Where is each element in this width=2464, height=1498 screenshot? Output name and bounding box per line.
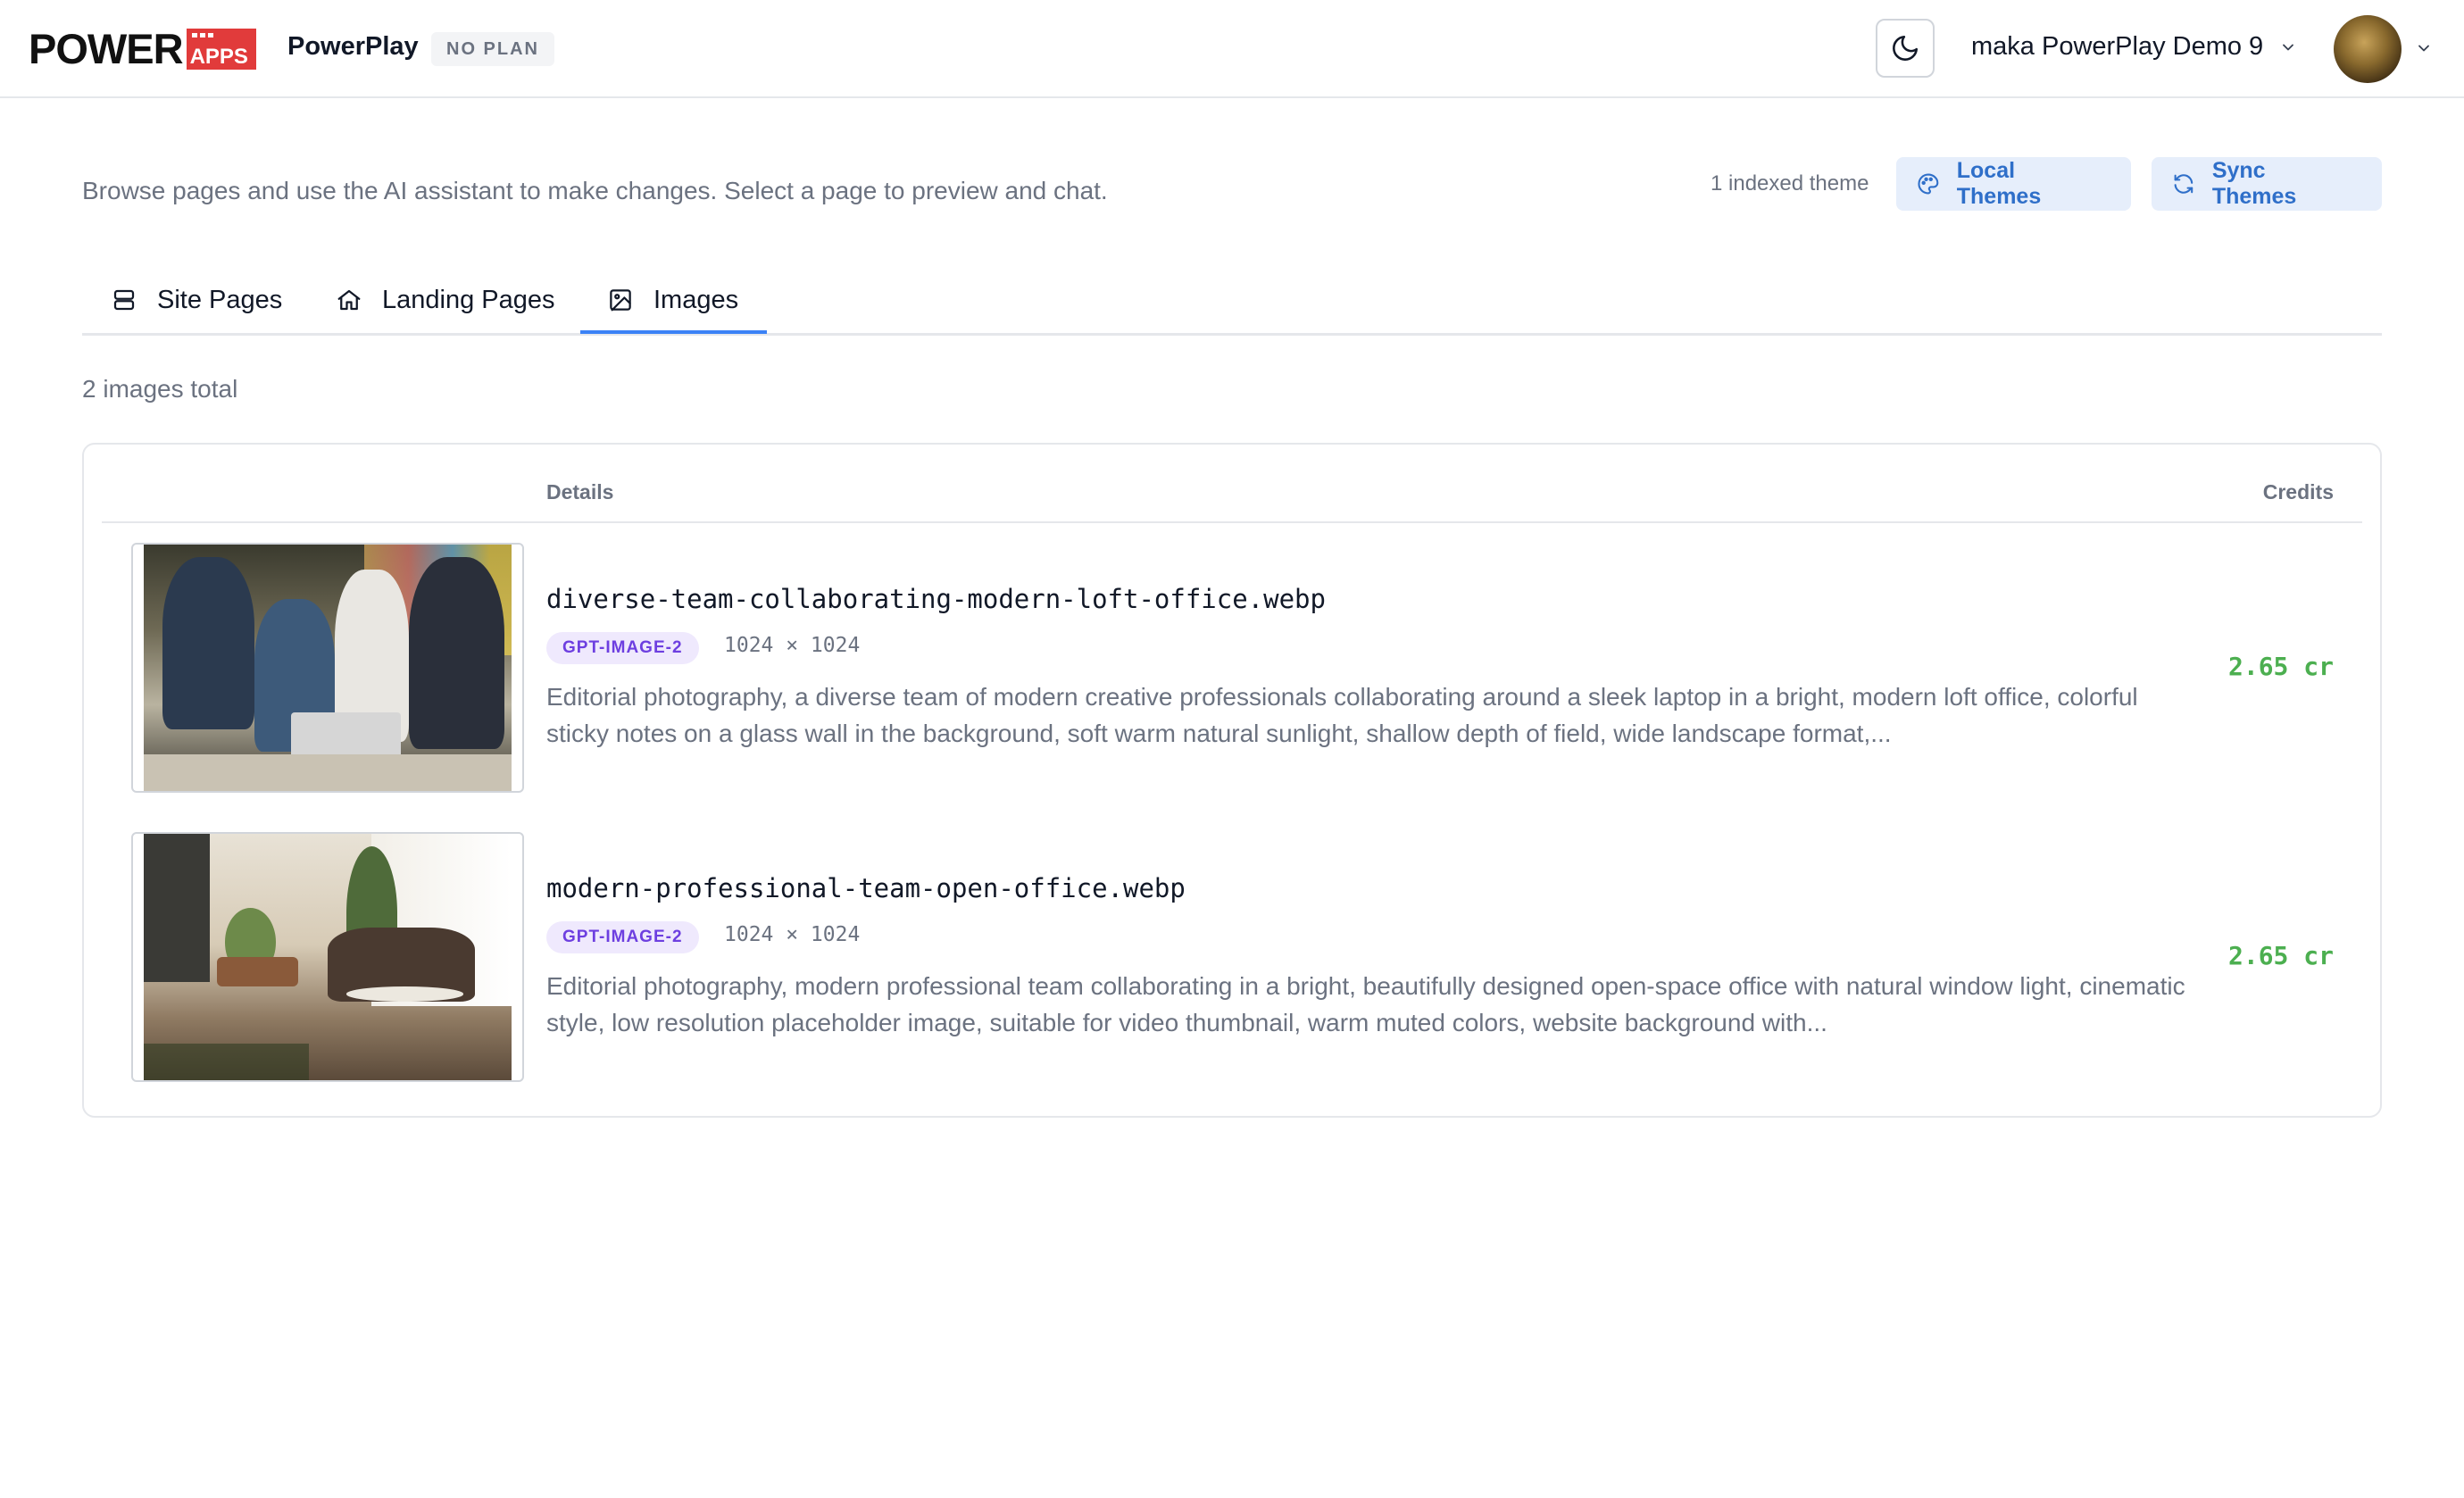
images-table: Details Credits diverse-team-collaborati…	[82, 443, 2382, 1118]
top-bar: POWER APPS PowerPlay NO PLAN maka PowerP…	[0, 0, 2464, 98]
image-credits: 2.65 cr	[2227, 941, 2334, 970]
refresh-icon	[2174, 174, 2193, 194]
plan-badge: NO PLAN	[431, 32, 554, 66]
workspace-switcher[interactable]: maka PowerPlay Demo 9	[1971, 32, 2297, 62]
header-divider	[102, 521, 2362, 523]
image-thumbnail[interactable]	[131, 543, 524, 793]
chevron-down-icon[interactable]	[2415, 39, 2433, 57]
sync-themes-button[interactable]: Sync Themes	[2152, 157, 2382, 211]
logo-badge-text: APPS	[189, 45, 248, 69]
logo-badge: APPS	[186, 29, 256, 70]
image-credits: 2.65 cr	[2227, 652, 2334, 681]
image-description: Editorial photography, a diverse team of…	[546, 683, 2138, 747]
page-subtitle: Browse pages and use the AI assistant to…	[82, 177, 1108, 204]
image-dimensions: 1024 × 1024	[724, 923, 861, 946]
page-type-tabs: Site Pages Landing Pages Images	[82, 264, 2382, 336]
tab-landing-pages[interactable]: Landing Pages	[336, 264, 555, 336]
power-apps-logo[interactable]: POWER APPS	[29, 27, 256, 71]
model-badge: GPT-IMAGE-2	[546, 632, 699, 664]
local-themes-button[interactable]: Local Themes	[1896, 157, 2131, 211]
workspace-name: maka PowerPlay Demo 9	[1971, 32, 2264, 61]
palette-icon	[1918, 173, 1939, 195]
moon-icon	[1893, 35, 1919, 61]
tab-images[interactable]: Images	[607, 264, 738, 336]
table-row[interactable]: diverse-team-collaborating-modern-loft-o…	[84, 543, 2380, 793]
image-filename[interactable]: diverse-team-collaborating-modern-loft-o…	[546, 584, 1326, 614]
avatar[interactable]	[2334, 15, 2402, 83]
indexed-theme-count: 1 indexed theme	[1711, 171, 1869, 196]
image-icon	[610, 289, 631, 312]
column-header-details: Details	[546, 480, 614, 503]
tab-label: Site Pages	[157, 285, 283, 314]
active-tab-indicator	[580, 330, 767, 334]
image-thumbnail[interactable]	[131, 832, 524, 1082]
home-icon	[337, 289, 361, 311]
local-themes-label: Local Themes	[1956, 158, 2042, 209]
server-stack-icon	[113, 289, 135, 311]
app-name: PowerPlay	[287, 32, 419, 61]
image-description: Editorial photography, modern profession…	[546, 972, 2185, 1036]
theme-toggle-button[interactable]	[1876, 19, 1935, 78]
image-dimensions: 1024 × 1024	[724, 634, 861, 657]
sync-themes-label: Sync Themes	[2211, 158, 2297, 209]
tab-label: Images	[653, 285, 739, 314]
tab-site-pages[interactable]: Site Pages	[111, 264, 282, 336]
table-row[interactable]: modern-professional-team-open-office.web…	[84, 832, 2380, 1082]
column-header-credits: Credits	[2262, 480, 2334, 503]
model-badge: GPT-IMAGE-2	[546, 921, 699, 953]
logo-word: POWER	[29, 25, 184, 72]
images-count: 2 images total	[82, 375, 238, 403]
image-filename[interactable]: modern-professional-team-open-office.web…	[546, 873, 1186, 903]
tab-label: Landing Pages	[382, 285, 555, 314]
chevron-down-icon	[2283, 44, 2294, 50]
